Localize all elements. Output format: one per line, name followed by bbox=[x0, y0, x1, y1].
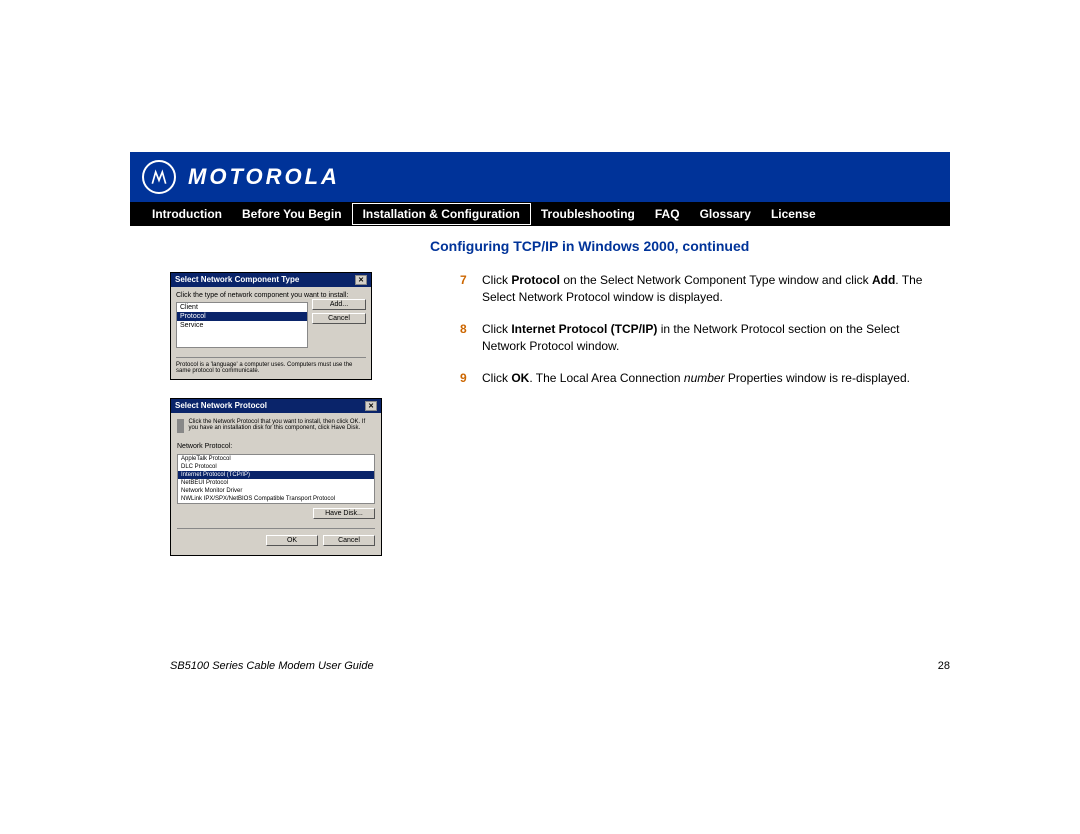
screenshots-column: Select Network Component Type ✕ Click th… bbox=[130, 272, 430, 574]
step-8-number: 8 bbox=[460, 321, 482, 356]
document-page: MOTOROLA Introduction Before You Begin I… bbox=[130, 152, 950, 574]
dialog1-close-icon[interactable]: ✕ bbox=[355, 275, 367, 285]
step-8: 8 Click Internet Protocol (TCP/IP) in th… bbox=[460, 321, 940, 356]
dialog2-cancel-button[interactable]: Cancel bbox=[323, 535, 375, 546]
dialog1-item-service[interactable]: Service bbox=[177, 321, 307, 330]
select-network-protocol-dialog: Select Network Protocol ✕ Click the Netw… bbox=[170, 398, 382, 556]
dialog2-item-tcpip[interactable]: Internet Protocol (TCP/IP) bbox=[178, 471, 374, 479]
step-7-number: 7 bbox=[460, 272, 482, 307]
dialog2-item-netbeui[interactable]: NetBEUI Protocol bbox=[178, 479, 374, 487]
dialog2-section-label: Network Protocol: bbox=[177, 443, 375, 450]
dialog2-item-dlc[interactable]: DLC Protocol bbox=[178, 463, 374, 471]
step-7-text: Click Protocol on the Select Network Com… bbox=[482, 272, 940, 307]
dialog1-item-client[interactable]: Client bbox=[177, 303, 307, 312]
dialog2-havedisk-button[interactable]: Have Disk... bbox=[313, 508, 375, 519]
nav-introduction[interactable]: Introduction bbox=[142, 204, 232, 224]
step-9: 9 Click OK. The Local Area Connection nu… bbox=[460, 370, 940, 387]
select-component-type-dialog: Select Network Component Type ✕ Click th… bbox=[170, 272, 372, 380]
dialog2-ok-button[interactable]: OK bbox=[266, 535, 318, 546]
dialog2-list[interactable]: AppleTalk Protocol DLC Protocol Internet… bbox=[177, 454, 375, 504]
step-9-number: 9 bbox=[460, 370, 482, 387]
nav-license[interactable]: License bbox=[761, 204, 826, 224]
dialog1-titlebar: Select Network Component Type ✕ bbox=[171, 273, 371, 287]
nav-before-you-begin[interactable]: Before You Begin bbox=[232, 204, 352, 224]
step-8-text: Click Internet Protocol (TCP/IP) in the … bbox=[482, 321, 940, 356]
page-footer: SB5100 Series Cable Modem User Guide 28 bbox=[170, 660, 950, 672]
dialog2-item-monitor[interactable]: Network Monitor Driver bbox=[178, 487, 374, 495]
nav-bar: Introduction Before You Begin Installati… bbox=[130, 202, 950, 226]
nav-troubleshooting[interactable]: Troubleshooting bbox=[531, 204, 645, 224]
protocol-icon bbox=[177, 419, 184, 433]
motorola-logo-icon bbox=[142, 160, 176, 194]
steps-column: 7 Click Protocol on the Select Network C… bbox=[430, 272, 950, 401]
dialog1-add-button[interactable]: Add... bbox=[312, 299, 366, 310]
dialog1-title-text: Select Network Component Type bbox=[175, 275, 299, 285]
footer-page-number: 28 bbox=[938, 660, 950, 672]
step-7: 7 Click Protocol on the Select Network C… bbox=[460, 272, 940, 307]
dialog1-prompt: Click the type of network component you … bbox=[176, 292, 366, 299]
dialog2-titlebar: Select Network Protocol ✕ bbox=[171, 399, 381, 413]
nav-faq[interactable]: FAQ bbox=[645, 204, 690, 224]
nav-glossary[interactable]: Glossary bbox=[690, 204, 761, 224]
page-title: Configuring TCP/IP in Windows 2000, cont… bbox=[430, 238, 950, 254]
dialog2-item-nwlink[interactable]: NWLink IPX/SPX/NetBIOS Compatible Transp… bbox=[178, 495, 374, 503]
step-9-text: Click OK. The Local Area Connection numb… bbox=[482, 370, 910, 387]
brand-banner: MOTOROLA bbox=[130, 152, 950, 202]
dialog2-close-icon[interactable]: ✕ bbox=[365, 401, 377, 411]
dialog1-list[interactable]: Client Protocol Service bbox=[176, 302, 308, 348]
brand-text: MOTOROLA bbox=[188, 164, 340, 190]
dialog1-item-protocol[interactable]: Protocol bbox=[177, 312, 307, 321]
body-row: Select Network Component Type ✕ Click th… bbox=[130, 272, 950, 574]
nav-installation-configuration[interactable]: Installation & Configuration bbox=[352, 203, 531, 225]
dialog1-cancel-button[interactable]: Cancel bbox=[312, 313, 366, 324]
dialog2-prompt: Click the Network Protocol that you want… bbox=[188, 419, 375, 431]
content-area: Configuring TCP/IP in Windows 2000, cont… bbox=[130, 226, 950, 574]
dialog1-description: Protocol is a 'language' a computer uses… bbox=[176, 357, 366, 374]
dialog2-item-appletalk[interactable]: AppleTalk Protocol bbox=[178, 455, 374, 463]
dialog2-title-text: Select Network Protocol bbox=[175, 401, 267, 411]
footer-guide-title: SB5100 Series Cable Modem User Guide bbox=[170, 660, 374, 672]
